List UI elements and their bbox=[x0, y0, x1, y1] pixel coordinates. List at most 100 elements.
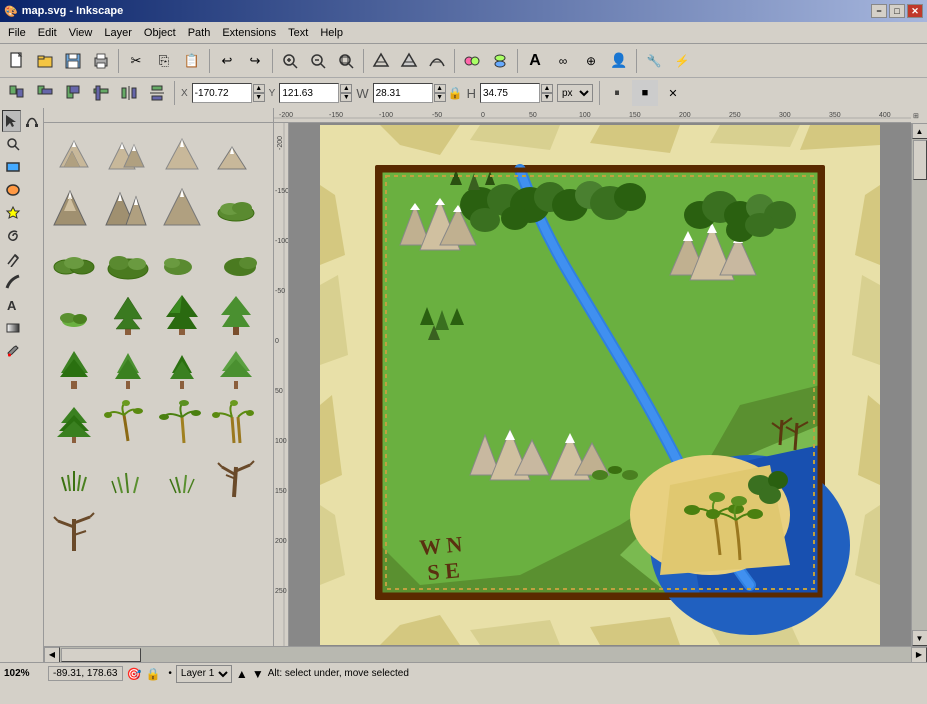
sprite-mountain-2[interactable] bbox=[102, 127, 154, 179]
dropper-tool-tb[interactable] bbox=[2, 340, 24, 362]
align-tl[interactable] bbox=[4, 80, 30, 106]
cut-button[interactable]: ✂ bbox=[123, 48, 149, 74]
menu-path[interactable]: Path bbox=[182, 25, 217, 41]
sprite-bush-6[interactable] bbox=[48, 289, 100, 341]
select-tool[interactable] bbox=[2, 110, 21, 132]
x-up[interactable]: ▲ bbox=[253, 84, 265, 93]
layer-up-icon[interactable]: ▲ bbox=[236, 667, 248, 681]
zoom-out-button[interactable] bbox=[305, 48, 331, 74]
layer-selector[interactable]: Layer 1 bbox=[176, 665, 232, 683]
star-tool[interactable] bbox=[2, 202, 24, 224]
rect-tool[interactable] bbox=[2, 156, 24, 178]
sprite-bush-4[interactable] bbox=[156, 235, 208, 287]
snap-icon[interactable]: 🎯 bbox=[127, 667, 142, 681]
sprite-bush-3[interactable] bbox=[102, 235, 154, 287]
h-down[interactable]: ▼ bbox=[541, 93, 553, 102]
calligraphy-tool[interactable] bbox=[2, 271, 24, 293]
w-up[interactable]: ▲ bbox=[434, 84, 446, 93]
connector-tool[interactable]: ⊕ bbox=[578, 48, 604, 74]
node-tool-3[interactable] bbox=[424, 48, 450, 74]
pause-button[interactable]: ⏸ bbox=[604, 80, 630, 106]
node-tool-2[interactable] bbox=[396, 48, 422, 74]
copy-button[interactable]: ⎘ bbox=[151, 48, 177, 74]
scroll-up-button[interactable]: ▲ bbox=[912, 123, 927, 139]
sprite-dead-tree-2[interactable] bbox=[48, 505, 100, 557]
align-ml[interactable] bbox=[88, 80, 114, 106]
sprite-bush-1[interactable] bbox=[210, 181, 262, 233]
dropper-tool[interactable]: 👤 bbox=[606, 48, 632, 74]
zoom-tool[interactable] bbox=[2, 133, 24, 155]
hscroll-thumb[interactable] bbox=[61, 648, 141, 662]
sprite-bush-5[interactable] bbox=[210, 235, 262, 287]
spiral-tool[interactable] bbox=[2, 225, 24, 247]
y-up[interactable]: ▲ bbox=[340, 84, 352, 93]
unit-select[interactable]: px mm in bbox=[557, 84, 593, 102]
node-tool[interactable] bbox=[22, 110, 41, 132]
scroll-down-button[interactable]: ▼ bbox=[912, 630, 927, 646]
align-tr[interactable] bbox=[60, 80, 86, 106]
y-down[interactable]: ▼ bbox=[340, 93, 352, 102]
sprite-mountain-4[interactable] bbox=[210, 127, 262, 179]
ellipse-tool[interactable] bbox=[2, 179, 24, 201]
x-down[interactable]: ▼ bbox=[253, 93, 265, 102]
hscroll-right-button[interactable]: ▶ bbox=[911, 647, 927, 663]
text-tool[interactable]: A bbox=[522, 48, 548, 74]
sprite-dead-tree-1[interactable] bbox=[210, 451, 262, 503]
sprite-grass-3[interactable] bbox=[156, 451, 208, 503]
lock-icon-status[interactable]: 🔒 bbox=[145, 667, 160, 681]
menu-help[interactable]: Help bbox=[314, 25, 349, 41]
pencil-tool[interactable] bbox=[2, 248, 24, 270]
print-button[interactable] bbox=[88, 48, 114, 74]
minimize-button[interactable]: − bbox=[871, 4, 887, 18]
menu-text[interactable]: Text bbox=[282, 25, 314, 41]
x-input[interactable]: -170.72 bbox=[192, 83, 252, 103]
sprite-tree-1[interactable] bbox=[102, 289, 154, 341]
maximize-button[interactable]: □ bbox=[889, 4, 905, 18]
sprite-mountain-5[interactable] bbox=[48, 181, 100, 233]
text-tool-tb[interactable]: A bbox=[2, 294, 24, 316]
menu-extensions[interactable]: Extensions bbox=[216, 25, 282, 41]
flip-h-button[interactable] bbox=[459, 48, 485, 74]
scroll-thumb[interactable] bbox=[913, 140, 927, 180]
paste-button[interactable]: 📋 bbox=[179, 48, 205, 74]
sprite-mountain-6[interactable] bbox=[102, 181, 154, 233]
sprite-mountain-7[interactable] bbox=[156, 181, 208, 233]
sprite-palm-1[interactable] bbox=[102, 397, 154, 449]
node-tool-1[interactable] bbox=[368, 48, 394, 74]
sprite-grass-2[interactable] bbox=[102, 451, 154, 503]
sprite-tree-3[interactable] bbox=[210, 289, 262, 341]
h-input[interactable]: 34.75 bbox=[480, 83, 540, 103]
distribute-h[interactable] bbox=[116, 80, 142, 106]
sprite-tree-4[interactable] bbox=[48, 343, 100, 395]
sprite-mountain-1[interactable] bbox=[48, 127, 100, 179]
symbol-tool[interactable]: ∞ bbox=[550, 48, 576, 74]
menu-layer[interactable]: Layer bbox=[98, 25, 138, 41]
distribute-v[interactable] bbox=[144, 80, 170, 106]
hscroll-left-button[interactable]: ◀ bbox=[44, 647, 60, 663]
sprite-tree-2[interactable] bbox=[156, 289, 208, 341]
save-button[interactable] bbox=[60, 48, 86, 74]
menu-object[interactable]: Object bbox=[138, 25, 182, 41]
undo-button[interactable]: ↩ bbox=[214, 48, 240, 74]
lock-icon[interactable]: 🔒 bbox=[448, 86, 463, 100]
w-input[interactable]: 28.31 bbox=[373, 83, 433, 103]
sprite-tree-8[interactable] bbox=[48, 397, 100, 449]
pref-tool[interactable]: 🔧 bbox=[641, 48, 667, 74]
flip-v-button[interactable] bbox=[487, 48, 513, 74]
menu-edit[interactable]: Edit bbox=[32, 25, 63, 41]
stop-button[interactable]: ■ bbox=[632, 80, 658, 106]
new-button[interactable] bbox=[4, 48, 30, 74]
sprite-tree-7[interactable] bbox=[210, 343, 262, 395]
xml-tool[interactable]: ⚡ bbox=[669, 48, 695, 74]
menu-file[interactable]: File bbox=[2, 25, 32, 41]
close-button[interactable]: ✕ bbox=[907, 4, 923, 18]
sprite-palm-2[interactable] bbox=[156, 397, 208, 449]
w-down[interactable]: ▼ bbox=[434, 93, 446, 102]
zoom-in-button[interactable] bbox=[277, 48, 303, 74]
align-tc[interactable] bbox=[32, 80, 58, 106]
menu-view[interactable]: View bbox=[63, 25, 99, 41]
gradient-tool[interactable] bbox=[2, 317, 24, 339]
h-up[interactable]: ▲ bbox=[541, 84, 553, 93]
y-input[interactable]: 121.63 bbox=[279, 83, 339, 103]
sprite-bush-2[interactable] bbox=[48, 235, 100, 287]
